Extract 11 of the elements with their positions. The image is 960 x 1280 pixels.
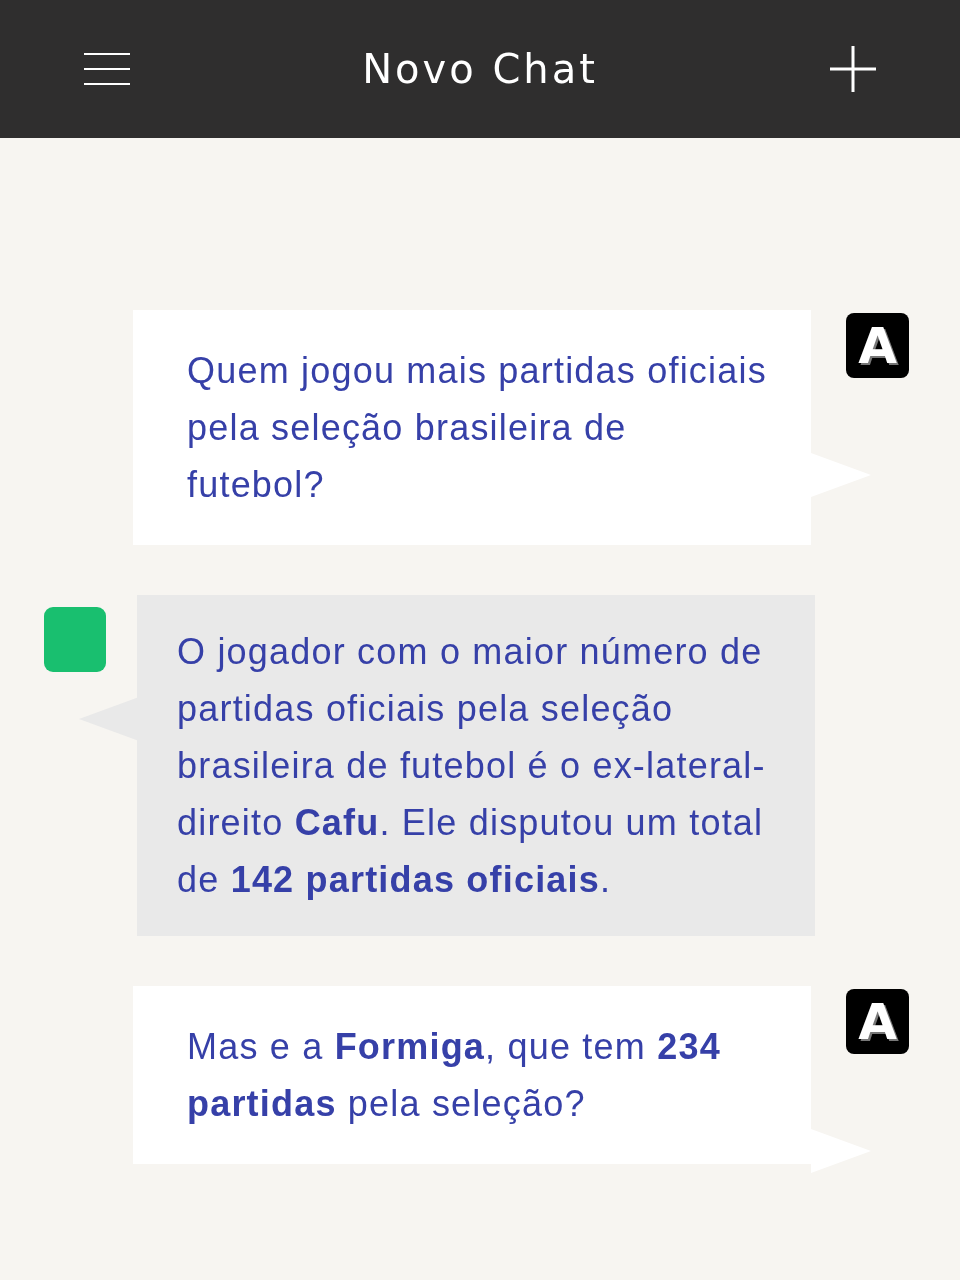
user-avatar: A <box>846 313 909 378</box>
menu-icon <box>84 53 130 85</box>
plus-icon <box>830 46 876 92</box>
bot-avatar <box>44 607 106 672</box>
user-avatar: A <box>846 989 909 1054</box>
menu-button[interactable] <box>84 53 130 85</box>
header-title: Novo Chat <box>362 46 598 92</box>
new-chat-button[interactable] <box>830 46 876 92</box>
message-text: O jogador com o maior número de partidas oficiais pela seleção brasileira de futebol é o ex-lateral-direito Cafu. Ele disputou um total de 142 partidas oficiais. <box>177 630 767 902</box>
message-text: Quem jogou mais partidas oficiais pela seleção brasileira de futebol? <box>187 349 768 507</box>
message-text: Mas e a Formiga, que tem 234 partidas pela seleção? <box>187 1025 722 1126</box>
